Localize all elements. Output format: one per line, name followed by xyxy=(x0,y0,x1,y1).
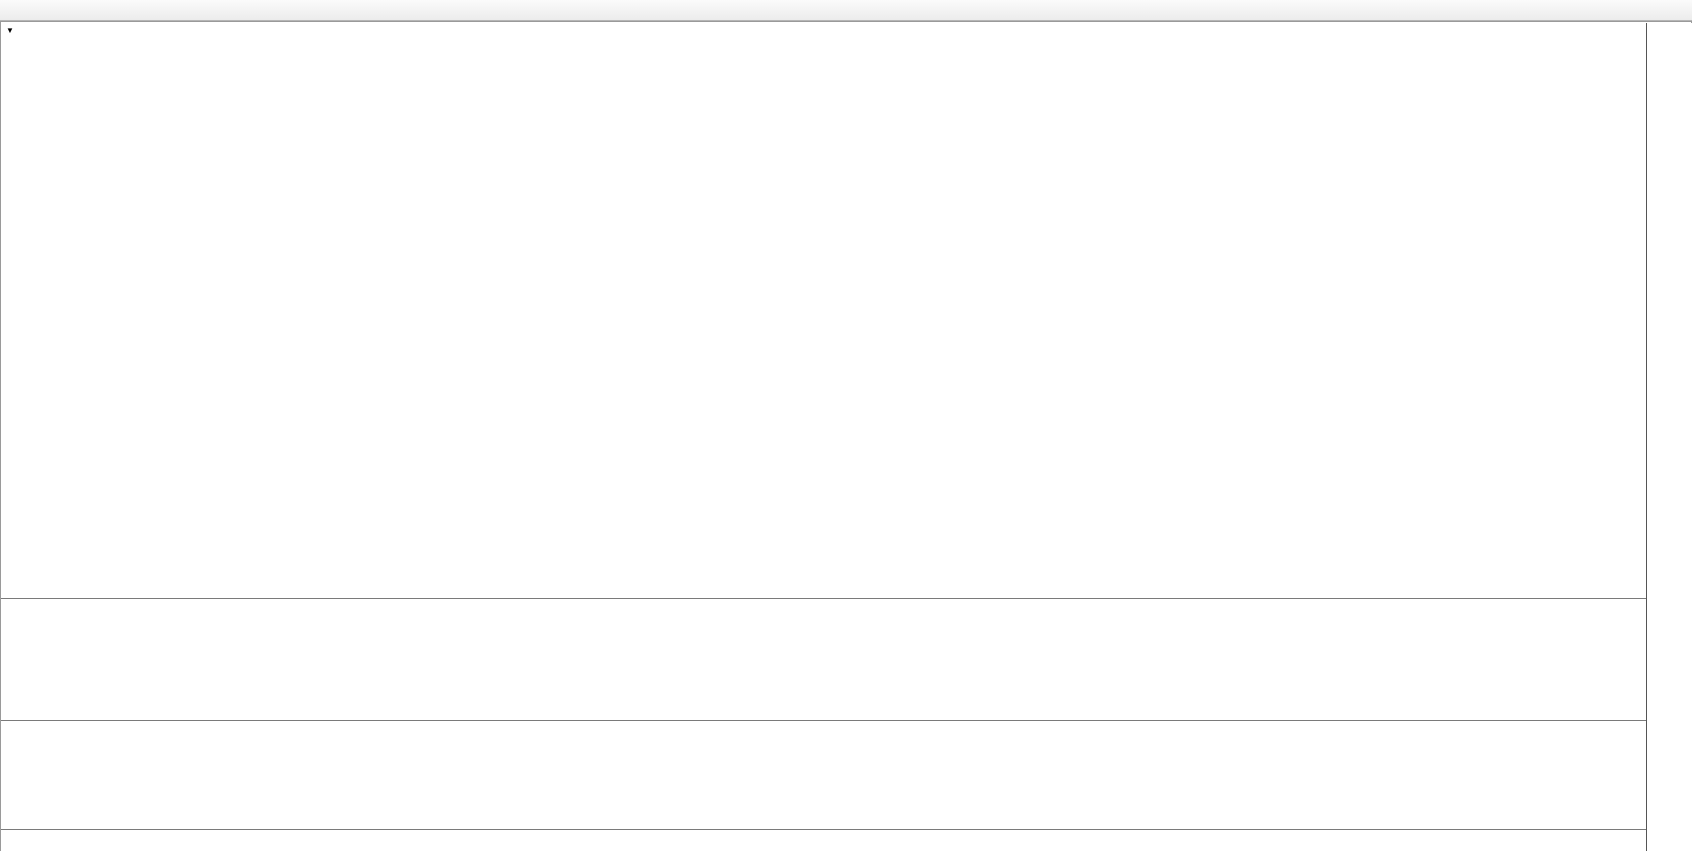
chart-title: ▼ xyxy=(6,26,26,35)
chart-window: ▼ xyxy=(0,21,1692,851)
main-toolbar xyxy=(0,0,1692,21)
macd-indicator-panel[interactable] xyxy=(1,598,1646,720)
price-chart-panel[interactable]: ▼ xyxy=(1,23,1646,598)
trading-terminal-window: ▼ xyxy=(0,0,1692,851)
rsi-indicator-panel[interactable] xyxy=(1,720,1646,830)
time-axis[interactable] xyxy=(1,830,1646,851)
price-axis[interactable] xyxy=(1646,23,1692,851)
chart-dropdown-icon[interactable]: ▼ xyxy=(6,26,14,35)
